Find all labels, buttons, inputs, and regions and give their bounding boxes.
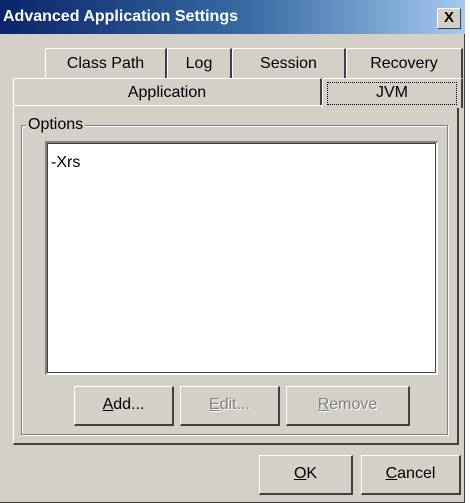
ok-mnemonic: O bbox=[293, 465, 307, 482]
tab-recovery[interactable]: Recovery bbox=[346, 48, 463, 78]
tab-class-path[interactable]: Class Path bbox=[45, 48, 167, 78]
tab-application[interactable]: Application bbox=[13, 78, 322, 106]
tab-label: Class Path bbox=[66, 55, 145, 72]
title-bar[interactable]: Advanced Application Settings X bbox=[0, 0, 465, 34]
add-button[interactable]: Add... bbox=[74, 386, 174, 426]
remove-mnemonic: R bbox=[317, 396, 330, 413]
tab-label: Log bbox=[185, 55, 213, 72]
window-title: Advanced Application Settings bbox=[3, 8, 238, 25]
edit-mnemonic: E bbox=[209, 396, 220, 413]
options-list[interactable]: -Xrs bbox=[45, 141, 438, 375]
edit-label-rest: dit... bbox=[219, 396, 250, 413]
tab-label: Session bbox=[260, 55, 317, 72]
tab-label: Application bbox=[127, 84, 207, 101]
tab-label: JVM bbox=[376, 84, 408, 101]
close-button[interactable]: X bbox=[437, 8, 461, 29]
add-mnemonic: A bbox=[102, 396, 114, 413]
cancel-mnemonic: C bbox=[385, 465, 398, 482]
list-item[interactable]: -Xrs bbox=[51, 153, 80, 173]
tab-jvm[interactable]: JVM bbox=[322, 78, 463, 108]
edit-button[interactable]: Edit... bbox=[180, 386, 280, 426]
ok-button[interactable]: OK bbox=[259, 455, 353, 495]
tab-session[interactable]: Session bbox=[232, 48, 346, 78]
close-icon: X bbox=[443, 9, 454, 26]
cancel-button[interactable]: Cancel bbox=[361, 455, 461, 495]
cancel-label-rest: ancel bbox=[397, 465, 436, 482]
tab-log[interactable]: Log bbox=[167, 48, 232, 78]
remove-button[interactable]: Remove bbox=[286, 386, 410, 426]
options-group-label: Options bbox=[26, 116, 86, 134]
remove-label-rest: emove bbox=[329, 396, 378, 413]
add-label-rest: dd... bbox=[113, 396, 145, 413]
tab-label: Recovery bbox=[370, 55, 438, 72]
ok-label-rest: K bbox=[306, 465, 318, 482]
advanced-settings-dialog: Advanced Application Settings X Class Pa… bbox=[0, 0, 465, 503]
